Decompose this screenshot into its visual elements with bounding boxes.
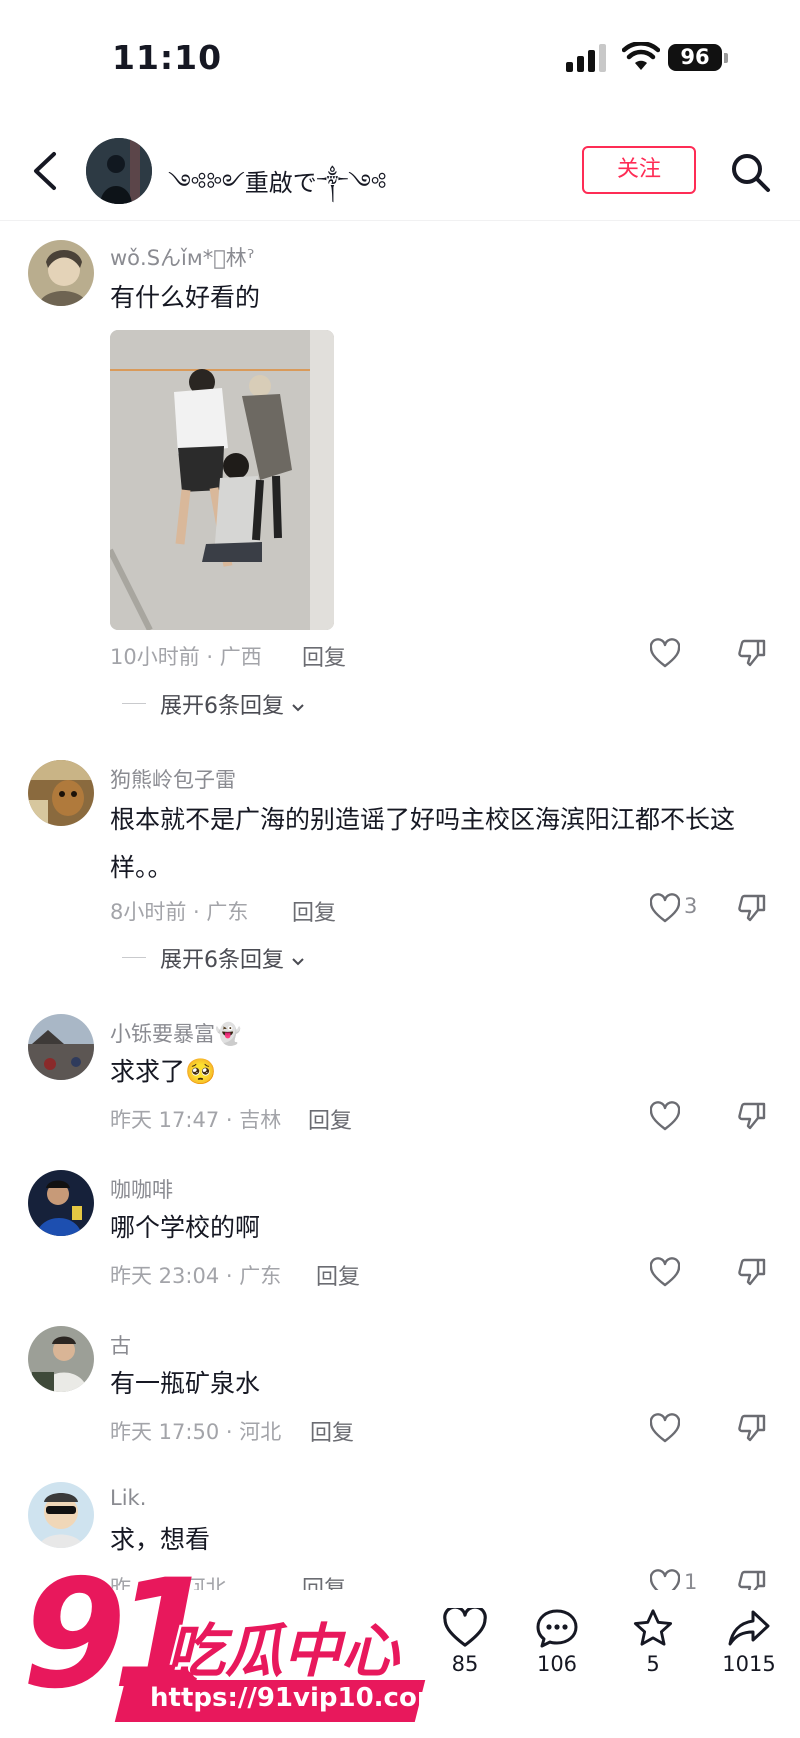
commenter-avatar[interactable] bbox=[28, 1014, 94, 1080]
commenter-avatar[interactable] bbox=[28, 1326, 94, 1392]
comment-meta: 10小时前 · 广西 bbox=[110, 645, 262, 669]
comment-meta: 昨天 17:50 · 河北 bbox=[110, 1420, 282, 1444]
battery-nub bbox=[724, 53, 728, 63]
like-count: 85 bbox=[451, 1652, 479, 1676]
share-icon bbox=[728, 1610, 770, 1646]
commenter-name[interactable]: 古 bbox=[110, 1330, 131, 1360]
commenter-name[interactable]: wǒ.Sんǐм*゚林ˀ bbox=[110, 242, 255, 272]
author-avatar[interactable] bbox=[86, 138, 152, 204]
comment-image[interactable] bbox=[110, 330, 334, 630]
search-icon[interactable] bbox=[728, 150, 772, 194]
share-action[interactable]: 1015 bbox=[714, 1608, 784, 1676]
like-action[interactable]: 85 bbox=[430, 1608, 500, 1676]
heart-icon[interactable] bbox=[650, 638, 680, 670]
chevron-down-icon bbox=[292, 704, 304, 712]
favorite-action[interactable]: 5 bbox=[618, 1608, 688, 1676]
comment-meta: 8小时前 · 广东 bbox=[110, 900, 249, 924]
battery-icon: 96 bbox=[668, 44, 722, 71]
favorite-count: 5 bbox=[646, 1652, 660, 1676]
dislike-icon[interactable] bbox=[736, 637, 768, 669]
reply-button[interactable]: 回复 bbox=[308, 1103, 352, 1135]
reply-button[interactable]: 回复 bbox=[292, 895, 336, 927]
back-icon[interactable] bbox=[28, 150, 62, 192]
reply-button[interactable]: 回复 bbox=[316, 1259, 360, 1291]
follow-button[interactable]: 关注 bbox=[582, 146, 696, 194]
heart-icon[interactable] bbox=[650, 893, 680, 925]
expand-label: 展开6条回复 bbox=[160, 942, 305, 974]
comment-count: 106 bbox=[536, 1652, 578, 1676]
signal-icon bbox=[566, 44, 606, 72]
dislike-icon[interactable] bbox=[736, 1412, 768, 1444]
expand-label: 展开6条回复 bbox=[160, 688, 305, 720]
comment-icon bbox=[536, 1609, 578, 1648]
like-count: 3 bbox=[684, 894, 698, 918]
watermark-title: 吃瓜中心 bbox=[167, 1617, 400, 1685]
commenter-name[interactable]: 咖咖啡 bbox=[110, 1174, 173, 1204]
commenter-avatar[interactable] bbox=[28, 1170, 94, 1236]
status-time: 11:10 bbox=[112, 38, 223, 77]
commenter-name[interactable]: 小铄要暴富👻 bbox=[110, 1018, 241, 1048]
comment-meta: 昨天 17:47 · 吉林 bbox=[110, 1108, 282, 1132]
comment-text: 有什么好看的 bbox=[110, 283, 261, 312]
chevron-down-icon bbox=[292, 958, 304, 966]
dislike-icon[interactable] bbox=[736, 1100, 768, 1132]
heart-icon[interactable] bbox=[650, 1257, 680, 1289]
commenter-name[interactable]: Lik. bbox=[110, 1486, 146, 1510]
comment-meta: 昨天 23:04 · 广东 bbox=[110, 1264, 282, 1288]
heart-icon[interactable] bbox=[650, 1413, 680, 1445]
watermark-url: https://91vip10.com bbox=[150, 1683, 444, 1713]
comment-text: 求，想看 bbox=[110, 1525, 211, 1554]
dislike-icon[interactable] bbox=[736, 1256, 768, 1288]
header: ༺༻重啟で༒༺ 关注 bbox=[0, 120, 800, 221]
expand-line bbox=[122, 957, 146, 958]
author-name[interactable]: ༺༻重啟で༒༺ bbox=[168, 157, 387, 224]
star-icon bbox=[633, 1609, 673, 1646]
share-count: 1015 bbox=[722, 1652, 776, 1676]
wifi-icon bbox=[622, 42, 660, 70]
reply-button[interactable]: 回复 bbox=[310, 1415, 354, 1447]
expand-replies[interactable]: 展开6条回复 bbox=[122, 942, 422, 974]
commenter-name[interactable]: 狗熊岭包子雷 bbox=[110, 764, 236, 794]
reply-button[interactable]: 回复 bbox=[302, 640, 346, 672]
comment-action[interactable]: 106 bbox=[522, 1608, 592, 1676]
dislike-icon[interactable] bbox=[736, 892, 768, 924]
comment-text: 根本就不是广海的别造谣了好吗主校区海滨阳江都不长这样。。 bbox=[110, 805, 736, 882]
comment-text: 哪个学校的啊 bbox=[110, 1213, 261, 1242]
expand-line bbox=[122, 703, 146, 704]
expand-replies[interactable]: 展开6条回复 bbox=[122, 688, 422, 720]
commenter-avatar[interactable] bbox=[28, 240, 94, 306]
heart-icon[interactable] bbox=[650, 1101, 680, 1133]
watermark-logo: 91 吃瓜中心 https://91vip10.com bbox=[22, 1560, 444, 1730]
comment-text: 有一瓶矿泉水 bbox=[110, 1369, 261, 1398]
commenter-avatar[interactable] bbox=[28, 760, 94, 826]
comment-text: 求求了🥺 bbox=[110, 1057, 217, 1086]
commenter-avatar[interactable] bbox=[28, 1482, 94, 1548]
heart-icon bbox=[443, 1608, 487, 1647]
status-bar: 11:10 96 bbox=[0, 0, 800, 110]
